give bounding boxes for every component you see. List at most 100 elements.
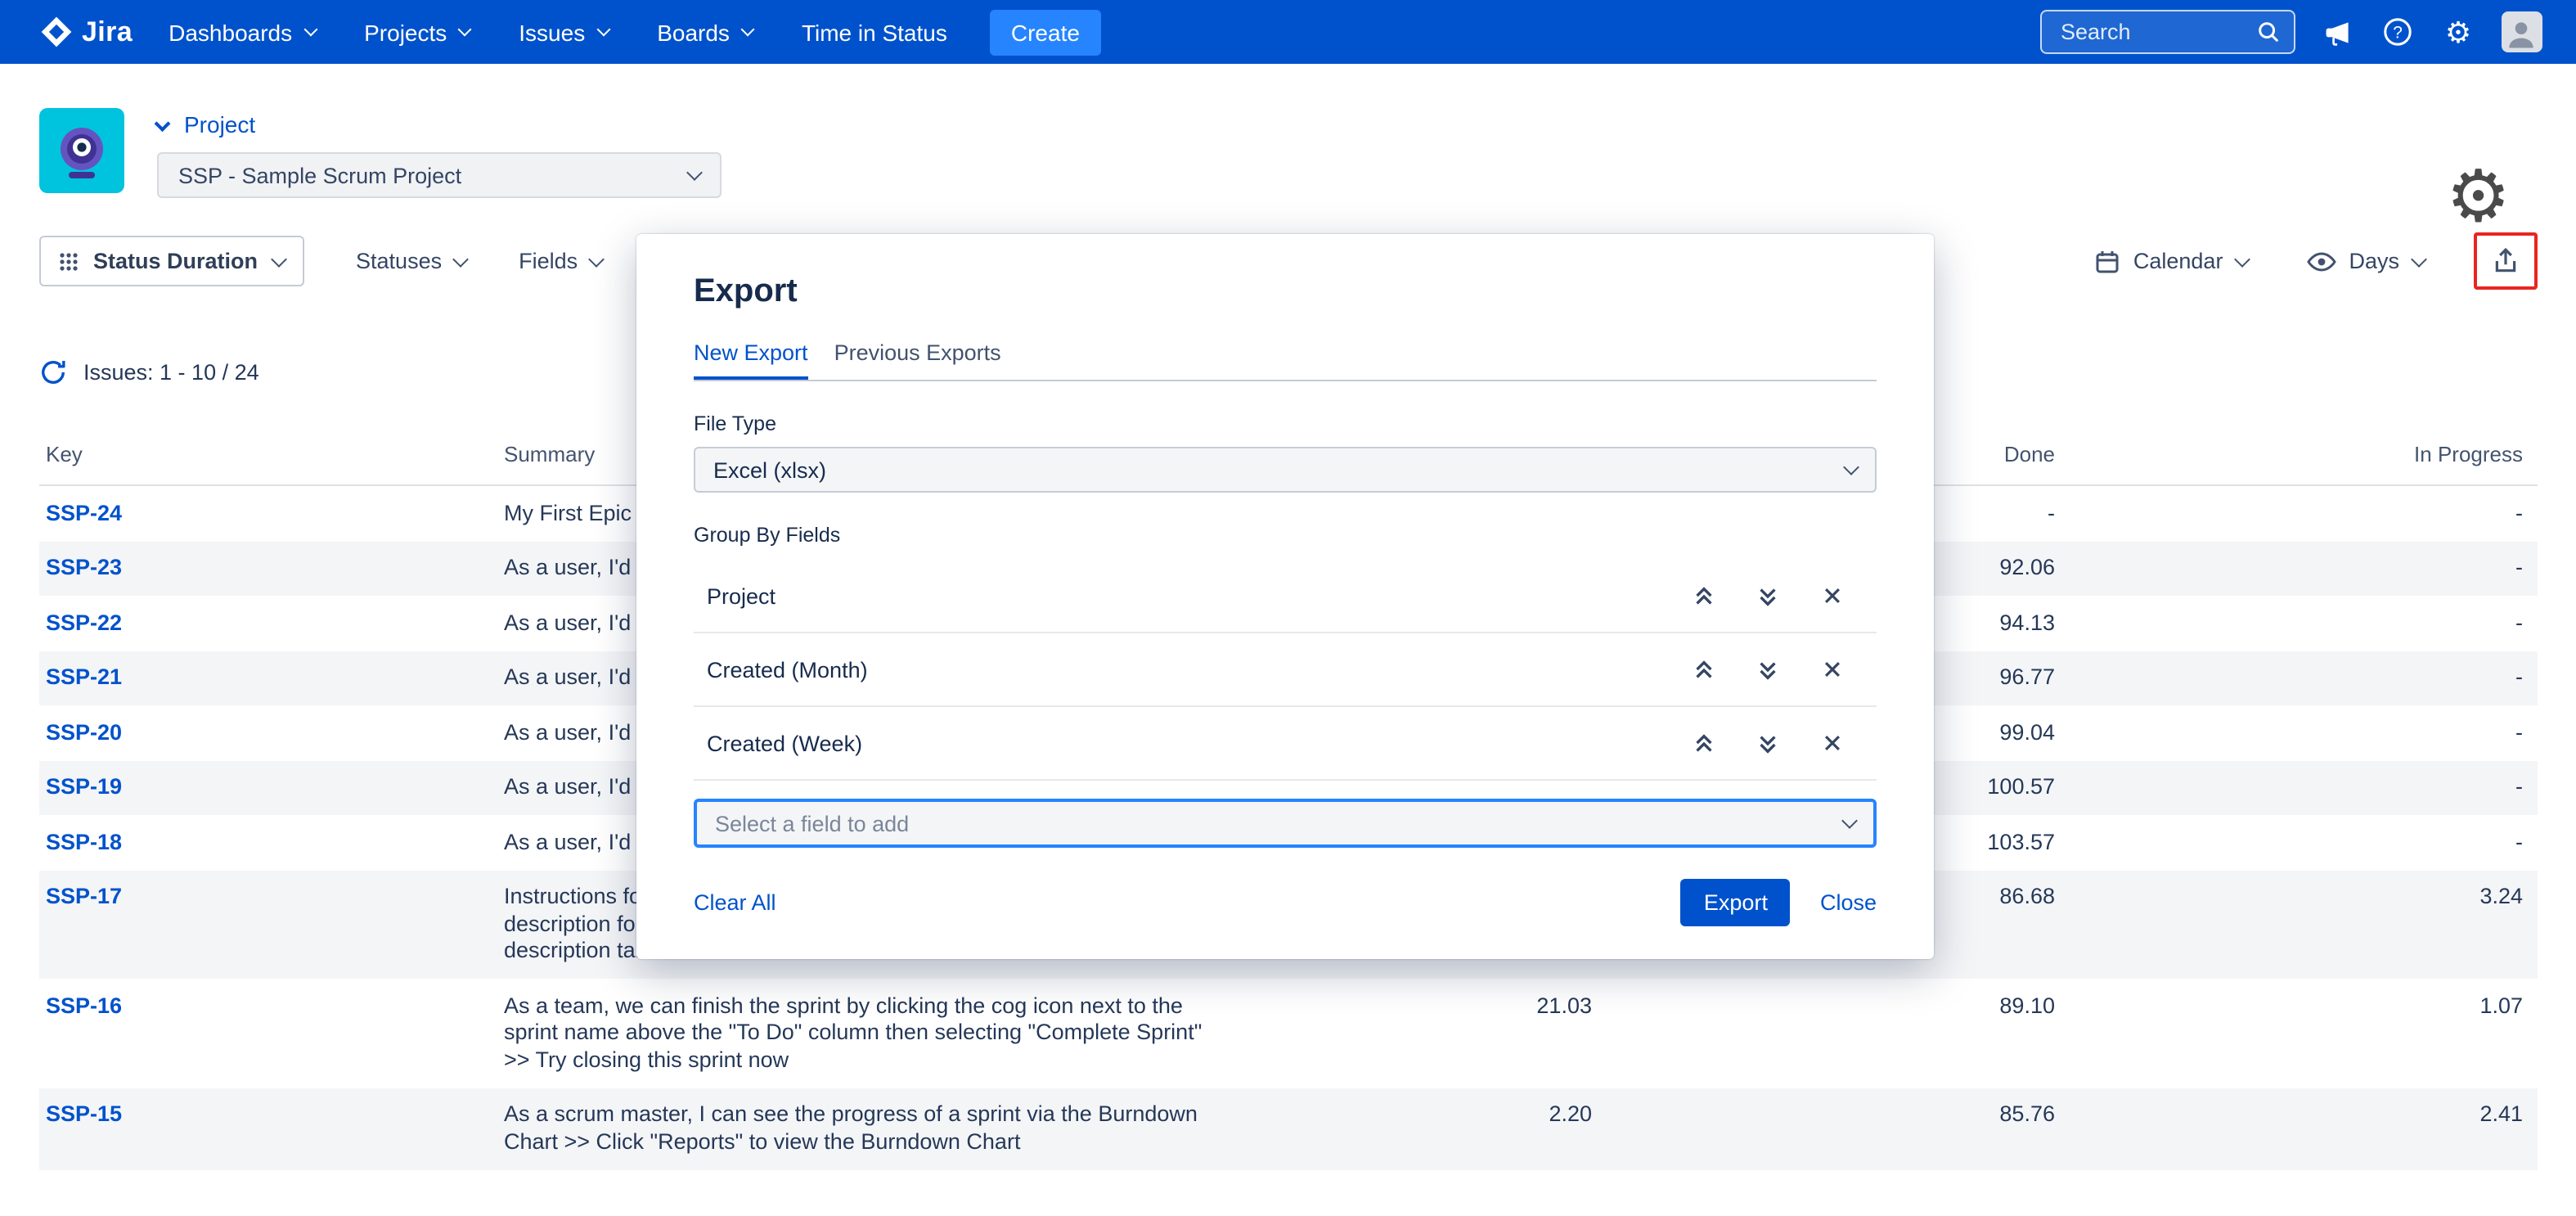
- dialog-footer: Clear All Export Close: [694, 879, 1877, 926]
- view-selector-button[interactable]: Status Duration: [39, 236, 303, 286]
- extra-value-cell: 21.03: [1224, 979, 1592, 1088]
- announcement-icon[interactable]: [2319, 14, 2355, 50]
- statuses-dropdown[interactable]: Statuses: [356, 249, 466, 273]
- project-breadcrumb[interactable]: Project: [157, 111, 722, 137]
- project-header: Project SSP - Sample Scrum Project ⚙: [0, 64, 2576, 198]
- project-avatar-image: [39, 108, 124, 193]
- person-icon: [2503, 16, 2539, 52]
- nav-item-label: Issues: [519, 19, 585, 45]
- issue-key-link[interactable]: SSP-15: [46, 1101, 122, 1126]
- unit-dropdown[interactable]: Days: [2306, 249, 2424, 273]
- x-icon: [1820, 584, 1843, 607]
- issue-key-link[interactable]: SSP-21: [46, 664, 122, 689]
- issue-key-link[interactable]: SSP-18: [46, 829, 122, 853]
- issues-count-label: Issues: 1 - 10 / 24: [83, 360, 259, 385]
- dialog-title: Export: [694, 273, 1877, 311]
- group-by-label: Group By Fields: [694, 524, 1877, 547]
- move-bottom-button[interactable]: [1746, 721, 1790, 765]
- close-link[interactable]: Close: [1820, 890, 1877, 915]
- double-chevron-up-icon: [1692, 731, 1716, 755]
- chevron-down-icon: [270, 250, 286, 267]
- x-icon: [1820, 658, 1843, 681]
- refresh-icon[interactable]: [39, 358, 67, 386]
- export-dialog: Export New Export Previous Exports File …: [636, 234, 1934, 959]
- issue-key-link[interactable]: SSP-17: [46, 884, 122, 908]
- issue-key-link[interactable]: SSP-19: [46, 774, 122, 799]
- group-field-row: Created (Month): [694, 633, 1877, 707]
- export-icon: [2491, 247, 2519, 275]
- eye-icon: [2306, 251, 2335, 271]
- settings-icon[interactable]: ⚙: [2440, 14, 2476, 50]
- summary-cell: As a scrum master, I can see the progres…: [504, 1088, 1224, 1169]
- table-row: SSP-16 As a team, we can finish the spri…: [39, 979, 2537, 1088]
- remove-field-button[interactable]: [1809, 647, 1854, 691]
- double-chevron-down-icon: [1756, 583, 1780, 608]
- issue-key-link[interactable]: SSP-16: [46, 993, 122, 1017]
- toolbar-export-button[interactable]: [2473, 232, 2537, 290]
- table-row: SSP-15 As a scrum master, I can see the …: [39, 1088, 2537, 1169]
- inprogress-value-cell: -: [2055, 486, 2536, 541]
- grid-icon: [59, 251, 79, 271]
- chevron-down-icon: [596, 22, 610, 36]
- add-field-select[interactable]: Select a field to add: [694, 799, 1877, 848]
- export-submit-button[interactable]: Export: [1681, 879, 1791, 926]
- issue-key-link[interactable]: SSP-20: [46, 719, 122, 744]
- unit-label: Days: [2349, 249, 2399, 273]
- chevron-down-icon: [1841, 813, 1858, 829]
- x-icon: [1820, 732, 1843, 754]
- extra-value-cell: 2.20: [1224, 1088, 1592, 1169]
- page-settings-gear-icon[interactable]: ⚙: [2446, 162, 2511, 234]
- nav-item-issues[interactable]: Issues: [519, 19, 608, 45]
- search-box: [2039, 10, 2295, 54]
- move-bottom-button[interactable]: [1746, 574, 1790, 618]
- summary-cell: As a team, we can finish the sprint by c…: [504, 979, 1224, 1088]
- issue-key-link[interactable]: SSP-23: [46, 555, 122, 579]
- move-top-button[interactable]: [1682, 574, 1726, 618]
- chevron-down-icon: [452, 250, 469, 267]
- search-icon: [2255, 20, 2280, 44]
- help-icon[interactable]: ?: [2380, 14, 2416, 50]
- toolbar-right: Calendar Days: [2094, 232, 2537, 290]
- nav-item-boards[interactable]: Boards: [657, 19, 753, 45]
- project-selector-value: SSP - Sample Scrum Project: [178, 163, 461, 187]
- top-nav: Jira Dashboards Projects Issues Boards T…: [0, 0, 2576, 64]
- move-top-button[interactable]: [1682, 721, 1726, 765]
- group-field-row: Project: [694, 560, 1877, 633]
- calendar-icon: [2094, 248, 2120, 274]
- fields-label: Fields: [519, 249, 578, 273]
- add-field-placeholder: Select a field to add: [715, 811, 909, 835]
- create-button[interactable]: Create: [990, 9, 1101, 55]
- nav-item-dashboards[interactable]: Dashboards: [169, 19, 315, 45]
- chevron-down-icon: [458, 22, 472, 36]
- nav-item-projects[interactable]: Projects: [364, 19, 470, 45]
- dialog-tabs: New Export Previous Exports: [694, 340, 1877, 381]
- file-type-value: Excel (xlsx): [713, 457, 826, 482]
- clear-all-link[interactable]: Clear All: [694, 890, 776, 915]
- file-type-select[interactable]: Excel (xlsx): [694, 447, 1877, 493]
- column-header-in-progress: In Progress: [2055, 442, 2536, 466]
- remove-field-button[interactable]: [1809, 574, 1854, 618]
- chevron-down-icon: [686, 164, 703, 181]
- double-chevron-down-icon: [1756, 731, 1780, 755]
- jira-logo[interactable]: Jira: [39, 15, 133, 49]
- project-avatar[interactable]: [39, 108, 124, 193]
- nav-item-time-in-status[interactable]: Time in Status: [802, 19, 947, 45]
- tab-new-export[interactable]: New Export: [694, 340, 808, 380]
- user-avatar[interactable]: [2501, 11, 2542, 52]
- view-selector-label: Status Duration: [93, 249, 258, 273]
- move-bottom-button[interactable]: [1746, 647, 1790, 691]
- issue-key-link[interactable]: SSP-24: [46, 500, 122, 525]
- nav-items: Dashboards Projects Issues Boards Time i…: [169, 19, 947, 45]
- issue-key-link[interactable]: SSP-22: [46, 610, 122, 634]
- inprogress-value-cell: -: [2055, 596, 2536, 651]
- search-input[interactable]: [2057, 18, 2255, 46]
- fields-dropdown[interactable]: Fields: [519, 249, 602, 273]
- inprogress-value-cell: 3.24: [2055, 870, 2536, 979]
- remove-field-button[interactable]: [1809, 721, 1854, 765]
- move-top-button[interactable]: [1682, 647, 1726, 691]
- calendar-dropdown[interactable]: Calendar: [2094, 248, 2248, 274]
- project-selector[interactable]: SSP - Sample Scrum Project: [157, 152, 722, 198]
- group-field-label: Project: [694, 583, 1682, 608]
- inprogress-value-cell: -: [2055, 760, 2536, 815]
- tab-previous-exports[interactable]: Previous Exports: [834, 340, 1001, 380]
